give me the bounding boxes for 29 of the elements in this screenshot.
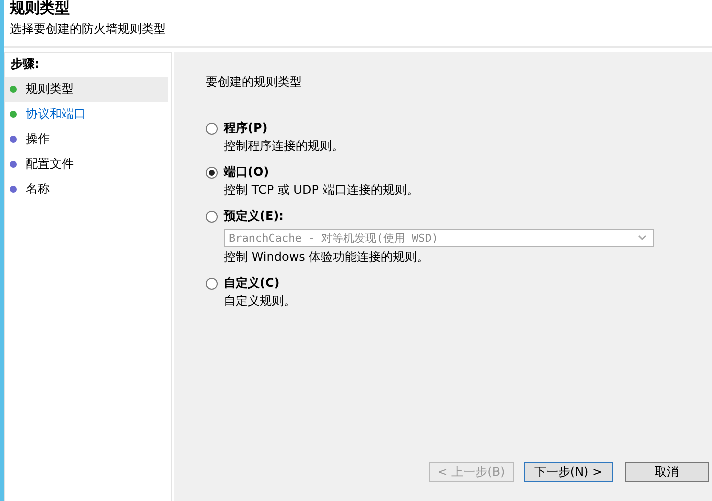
step-item[interactable]: 配置文件 — [5, 152, 168, 177]
dialog-button[interactable]: 下一步(N) > — [524, 462, 613, 482]
page-subtitle: 选择要创建的防火墙规则类型 — [10, 21, 167, 38]
step-label: 操作 — [26, 131, 50, 148]
prompt-text: 要创建的规则类型 — [206, 74, 303, 91]
chevron-icon — [638, 235, 647, 241]
step-label: 配置文件 — [26, 156, 74, 173]
option-description: 自定义规则。 — [223, 293, 297, 310]
step-item[interactable]: 规则类型 — [5, 77, 168, 102]
step-item[interactable]: 操作 — [5, 127, 168, 152]
step-label: 名称 — [26, 181, 50, 198]
page-title: 规则类型 — [10, 0, 71, 17]
step-item[interactable]: 协议和端口 — [5, 102, 168, 127]
radio-button[interactable] — [206, 122, 218, 134]
radio-button[interactable] — [206, 278, 218, 290]
step-item[interactable]: 名称 — [5, 177, 168, 202]
radio-button[interactable] — [206, 166, 218, 178]
dialog-button[interactable]: 取消 — [625, 462, 709, 482]
step-label: 协议和端口 — [26, 106, 86, 123]
option-label: 预定义(E): — [224, 208, 284, 225]
option-description: 控制 Windows 体验功能连接的规则。 — [223, 249, 430, 266]
radio-button[interactable] — [206, 210, 218, 222]
option-label: 端口(O) — [224, 164, 270, 181]
steps-heading: 步骤: — [10, 56, 41, 73]
option-description: 控制程序连接的规则。 — [223, 138, 345, 155]
option-description: 控制 TCP 或 UDP 端口连接的规则。 — [223, 182, 420, 199]
option-label: 程序(P) — [224, 120, 268, 137]
step-label: 规则类型 — [26, 81, 74, 98]
option-label: 自定义(C) — [224, 275, 280, 292]
